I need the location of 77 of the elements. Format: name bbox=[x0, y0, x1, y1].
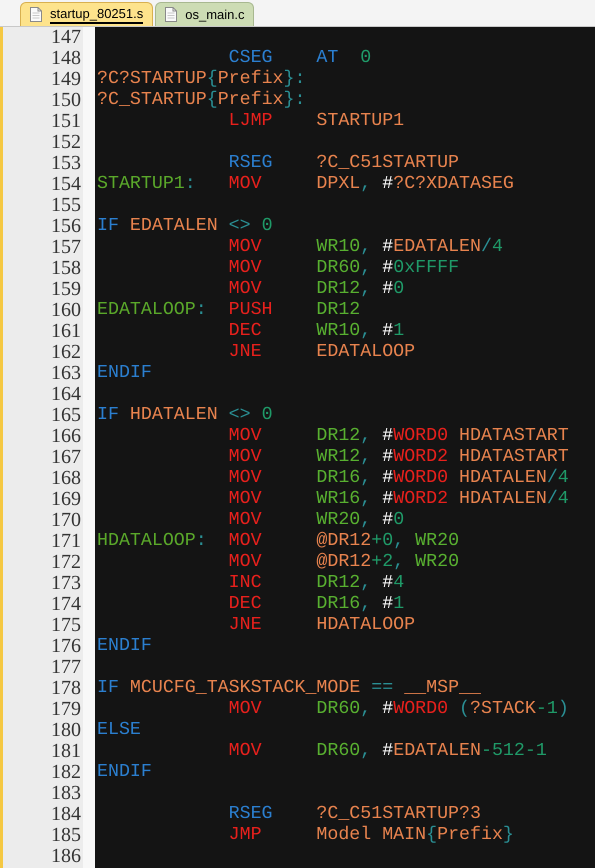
line-number: 160 bbox=[50, 300, 82, 321]
code-line: ENDIF bbox=[97, 636, 152, 657]
code-line: JNE HDATALOOP bbox=[228, 615, 416, 636]
line-number: 174 bbox=[50, 594, 82, 615]
line-number: 163 bbox=[50, 363, 82, 384]
line-number: 162 bbox=[50, 342, 82, 363]
line-number: 152 bbox=[50, 132, 82, 153]
code-line: IF MCUCFG_TASKSTACK_MODE == __MSP__ bbox=[97, 678, 481, 699]
line-number: 165 bbox=[50, 405, 82, 426]
code-line: IF HDATALEN <> 0 bbox=[97, 405, 273, 426]
line-number: 175 bbox=[50, 615, 82, 636]
line-number: 172 bbox=[50, 552, 82, 573]
code-line: ELSE bbox=[97, 720, 141, 741]
line-number: 183 bbox=[50, 783, 82, 804]
code-line: RSEG ?C_C51STARTUP?3 bbox=[228, 804, 481, 825]
code-line: INC DR12, #4 bbox=[228, 573, 404, 594]
line-number: 154 bbox=[50, 174, 82, 195]
line-number: 186 bbox=[50, 846, 82, 867]
code-line: MOV DR60, #WORD0 (?STACK-1) bbox=[228, 699, 569, 720]
line-number: 176 bbox=[50, 636, 82, 657]
line-number: 155 bbox=[50, 195, 82, 216]
line-number: 177 bbox=[50, 657, 82, 678]
code-line: ENDIF bbox=[97, 762, 152, 783]
line-number: 185 bbox=[50, 825, 82, 846]
code-line: HDATALOOP: MOV @DR12+0, WR20 bbox=[97, 531, 460, 552]
line-number: 159 bbox=[50, 279, 82, 300]
code-line: MOV DR12, #WORD0 HDATASTART bbox=[228, 426, 569, 447]
code-line: MOV WR10, #EDATALEN/4 bbox=[228, 237, 503, 258]
line-number: 157 bbox=[50, 237, 82, 258]
code-line: IF EDATALEN <> 0 bbox=[97, 216, 273, 237]
line-number: 158 bbox=[50, 258, 82, 279]
line-number: 167 bbox=[50, 447, 82, 468]
line-number: 180 bbox=[50, 720, 82, 741]
line-number: 168 bbox=[50, 468, 82, 489]
file-tab[interactable]: startup_80251.s bbox=[20, 2, 154, 26]
line-number: 164 bbox=[50, 384, 82, 405]
line-number: 156 bbox=[50, 216, 82, 237]
code-line: MOV DR12, #0 bbox=[228, 279, 404, 300]
code-line: JNE EDATALOOP bbox=[228, 342, 416, 363]
code-line: MOV WR16, #WORD2 HDATALEN/4 bbox=[228, 489, 569, 510]
code-line: JMP Model MAIN{Prefix} bbox=[228, 825, 514, 846]
line-number: 170 bbox=[50, 510, 82, 531]
line-number: 182 bbox=[50, 762, 82, 783]
code-line: MOV WR20, #0 bbox=[228, 510, 404, 531]
code-line: LJMP STARTUP1 bbox=[228, 111, 404, 132]
code-line: MOV DR60, #EDATALEN-512-1 bbox=[228, 741, 547, 762]
line-number: 171 bbox=[50, 531, 82, 552]
code-line: MOV DR60, #0xFFFF bbox=[228, 258, 460, 279]
code-line: EDATALOOP: PUSH DR12 bbox=[97, 300, 360, 321]
line-number: 169 bbox=[50, 489, 82, 510]
code-line: ?C_STARTUP{Prefix}: bbox=[97, 90, 306, 111]
line-number: 161 bbox=[50, 321, 82, 342]
line-number: 173 bbox=[50, 573, 82, 594]
line-number: 151 bbox=[50, 111, 82, 132]
line-number: 184 bbox=[50, 804, 82, 825]
file-tab[interactable]: os_main.c bbox=[155, 2, 254, 26]
code-line: DEC WR10, #1 bbox=[228, 321, 404, 342]
document-icon bbox=[165, 7, 178, 22]
line-number: 147 bbox=[50, 27, 82, 48]
line-number: 166 bbox=[50, 426, 82, 447]
code-line: RSEG ?C_C51STARTUP bbox=[228, 153, 460, 174]
line-number: 148 bbox=[50, 48, 82, 69]
code-line: DEC DR16, #1 bbox=[228, 594, 404, 615]
line-number: 178 bbox=[50, 678, 82, 699]
code-line: ?C?STARTUP{Prefix}: bbox=[97, 69, 306, 90]
line-number: 149 bbox=[50, 69, 82, 90]
code-line: MOV WR12, #WORD2 HDATASTART bbox=[228, 447, 569, 468]
code-line: STARTUP1: MOV DPXL, #?C?XDATASEG bbox=[97, 174, 514, 195]
line-number: 153 bbox=[50, 153, 82, 174]
document-icon bbox=[30, 7, 42, 22]
code-line: MOV @DR12+2, WR20 bbox=[228, 552, 460, 573]
line-number: 179 bbox=[50, 699, 82, 720]
code-line: ENDIF bbox=[97, 363, 152, 384]
line-number: 181 bbox=[50, 741, 82, 762]
line-number: 150 bbox=[50, 90, 82, 111]
code-line: MOV DR16, #WORD0 HDATALEN/4 bbox=[228, 468, 569, 489]
code-line: CSEG AT 0 bbox=[228, 48, 372, 69]
